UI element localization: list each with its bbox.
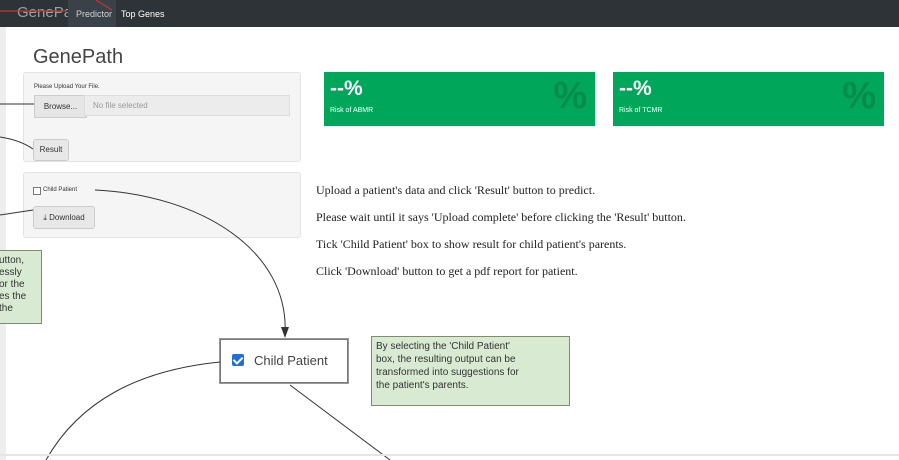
instruction-line: Tick 'Child Patient' box to show result … <box>316 237 627 251</box>
callout-line: essly <box>0 267 22 278</box>
tab-predictor[interactable]: Predictor <box>68 0 116 27</box>
callout-line: or the <box>0 279 25 290</box>
risk-tcmr-value: --% <box>619 77 652 100</box>
callout-line: the patient's parents. <box>376 380 469 391</box>
upload-label: Please Upload Your File. <box>34 84 100 90</box>
download-button[interactable]: ⤓ Download <box>33 206 95 229</box>
navbar: GenePath Predictor Top Genes <box>0 0 899 27</box>
risk-tcmr-label: Risk of TCMR <box>619 107 663 114</box>
risk-abmr-label: Risk of ABMR <box>330 107 374 114</box>
callout-line: box, the resulting output can be <box>376 354 516 365</box>
instruction-line: Click 'Download' button to get a pdf rep… <box>316 264 578 278</box>
percent-icon: % <box>553 75 587 117</box>
download-label: Download <box>49 213 85 222</box>
page-title: GenePath <box>33 46 124 68</box>
browse-button[interactable]: Browse... <box>34 95 87 118</box>
callout-line: es the <box>0 291 27 302</box>
zoomed-child-patient: Child Patient <box>219 338 349 384</box>
instruction-line: Please wait until it says 'Upload comple… <box>316 210 686 224</box>
callout-line: utton, <box>0 255 25 266</box>
download-callout: utton, essly or the es the the <box>0 250 42 324</box>
callout-line: By selecting the 'Child Patient' <box>376 341 510 352</box>
zoomed-child-patient-label: Child Patient <box>254 353 328 368</box>
risk-tcmr-box: --% Risk of TCMR % <box>613 72 884 126</box>
risk-abmr-value: --% <box>330 77 363 100</box>
child-patient-callout: By selecting the 'Child Patient' box, th… <box>371 336 570 406</box>
checkbox-checked-icon <box>232 354 244 366</box>
tab-predictor-label: Predictor <box>76 9 113 19</box>
result-button[interactable]: Result <box>33 139 69 161</box>
download-icon: ⤓ <box>43 213 47 222</box>
risk-abmr-box: --% Risk of ABMR % <box>324 72 595 126</box>
pointer-line <box>45 361 221 460</box>
percent-icon: % <box>842 75 876 117</box>
tab-top-genes[interactable]: Top Genes <box>121 9 165 19</box>
left-rail <box>0 27 6 460</box>
file-name-field[interactable]: No file selected <box>84 95 290 116</box>
callout-line: the <box>0 303 13 314</box>
arrow-head <box>281 327 289 338</box>
child-patient-checkbox[interactable] <box>33 187 41 195</box>
child-patient-label: Child Patient <box>43 187 78 193</box>
callout-line: transformed into suggestions for <box>376 367 519 378</box>
instruction-line: Upload a patient's data and click 'Resul… <box>316 183 596 197</box>
